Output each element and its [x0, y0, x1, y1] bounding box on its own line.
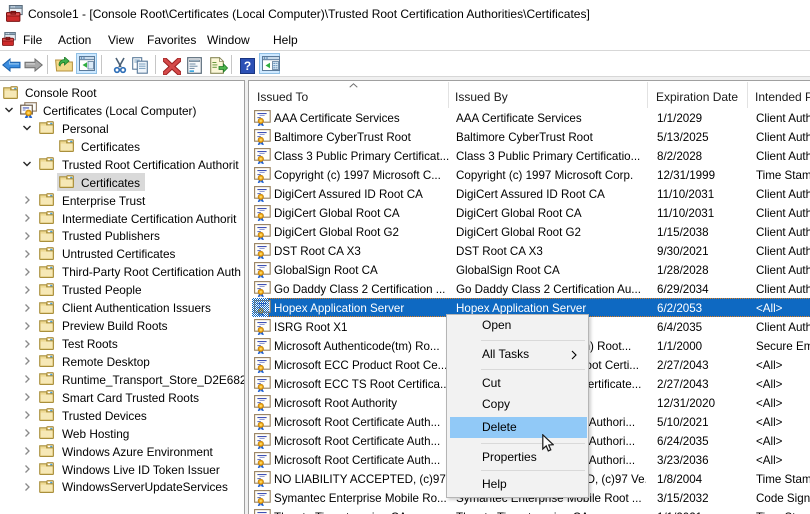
- svg-text:?: ?: [244, 59, 251, 73]
